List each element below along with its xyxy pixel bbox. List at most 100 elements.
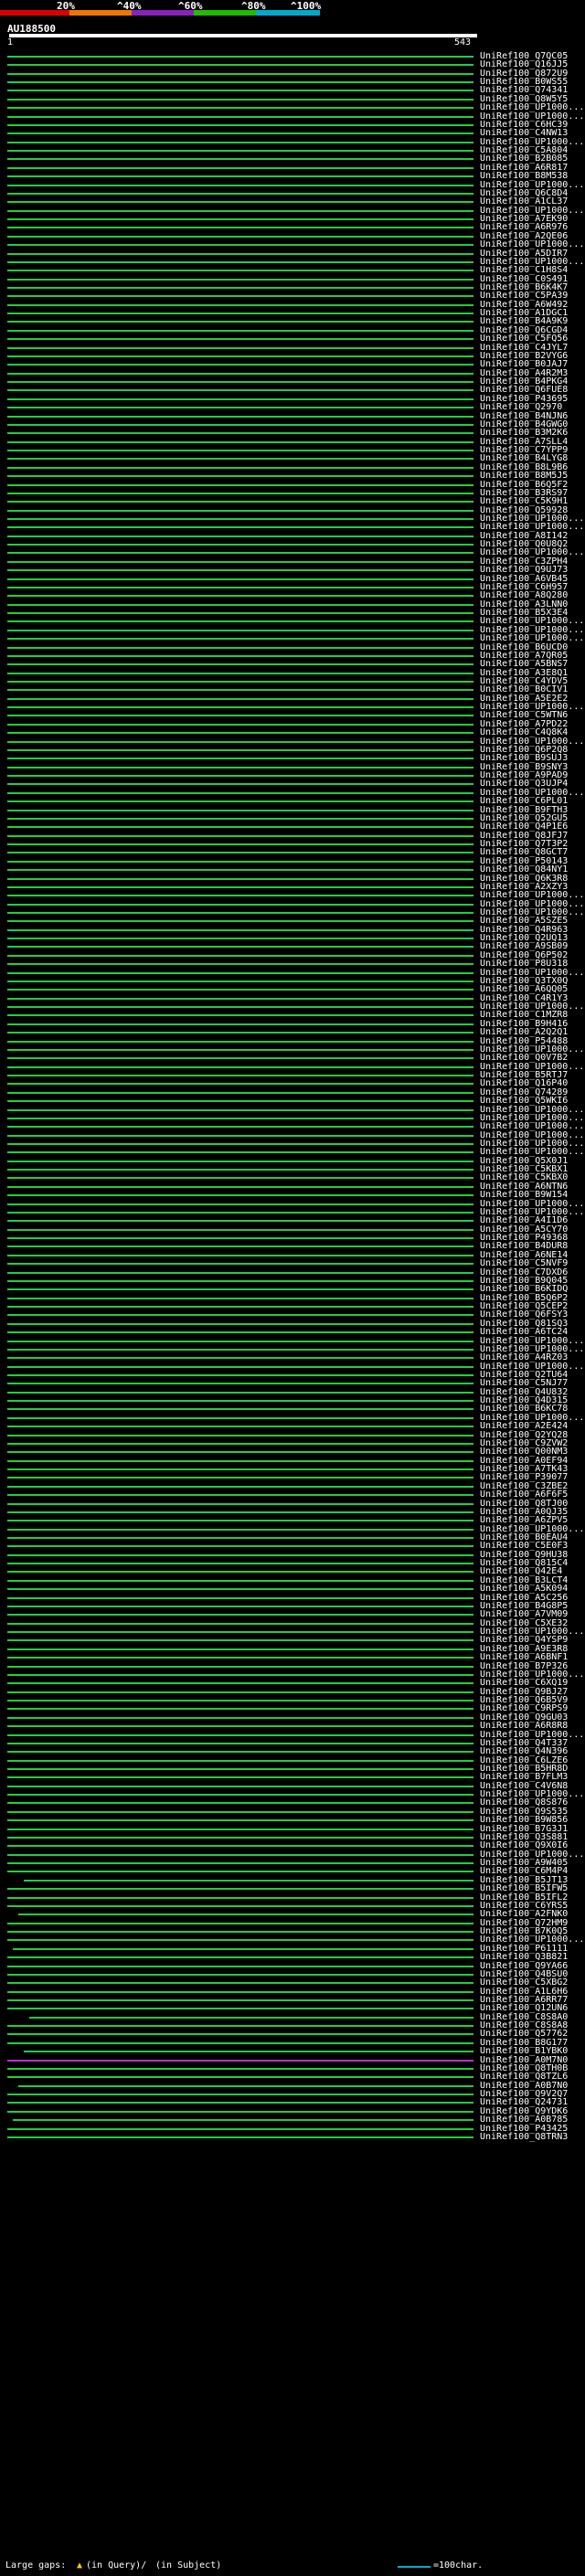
hit-line[interactable] [7, 150, 473, 153]
hit-line[interactable] [7, 783, 473, 786]
hit-line[interactable] [7, 775, 473, 778]
hit-line[interactable] [7, 1622, 473, 1625]
hit-line[interactable] [7, 115, 473, 118]
hit-line[interactable] [7, 1220, 473, 1223]
hit-line[interactable] [7, 663, 473, 666]
hit-line[interactable] [7, 1279, 473, 1282]
hit-line[interactable] [7, 260, 473, 263]
hit-line[interactable] [7, 1373, 473, 1376]
hit-line[interactable] [7, 1939, 473, 1942]
hit-line[interactable] [7, 809, 473, 811]
hit-line[interactable] [7, 1716, 473, 1719]
hit-line[interactable] [7, 817, 473, 820]
hit-line[interactable] [7, 1708, 473, 1711]
hit-line[interactable] [7, 1494, 473, 1497]
hit-line[interactable] [7, 1990, 473, 1993]
hit-line[interactable] [7, 1459, 473, 1462]
hit-line[interactable] [7, 1700, 473, 1702]
hit-line[interactable] [7, 466, 473, 469]
hit-line[interactable] [7, 1485, 473, 1488]
hit-line[interactable] [7, 603, 473, 606]
hit-line[interactable] [7, 517, 473, 520]
hit-line[interactable] [7, 723, 473, 726]
hit-line[interactable] [7, 1605, 473, 1607]
hit-line[interactable] [7, 1520, 473, 1522]
hit-line[interactable] [7, 1657, 473, 1659]
hit-line[interactable] [7, 1528, 473, 1531]
hit-line[interactable] [7, 1931, 473, 1934]
hit-line[interactable] [7, 201, 473, 204]
hit-line[interactable] [7, 1434, 473, 1436]
hit-line[interactable] [7, 2094, 473, 2096]
hit-line[interactable] [7, 492, 473, 494]
hit-line[interactable] [7, 732, 473, 735]
hit-line[interactable] [7, 1169, 473, 1171]
hit-line[interactable] [7, 2067, 473, 2070]
hit-label[interactable]: UniRef100_Q8TRN3 [480, 2132, 568, 2142]
hit-line[interactable] [7, 1614, 473, 1617]
hit-line[interactable] [7, 1391, 473, 1394]
hit-line[interactable] [7, 1802, 473, 1805]
hit-line[interactable] [7, 1254, 473, 1256]
hit-line[interactable] [7, 1553, 473, 1556]
hit-line[interactable] [7, 509, 473, 512]
hit-line[interactable] [7, 997, 473, 1000]
hit-line[interactable] [7, 843, 473, 846]
hit-line[interactable] [7, 1836, 473, 1839]
hit-line[interactable] [7, 758, 473, 760]
hit-line[interactable] [7, 252, 473, 255]
hit-line[interactable] [7, 64, 473, 67]
hit-line[interactable] [7, 1785, 473, 1787]
hit-line[interactable] [7, 1648, 473, 1650]
hit-line[interactable] [7, 989, 473, 991]
hit-line[interactable] [7, 1014, 473, 1017]
hit-line[interactable] [7, 1998, 473, 2001]
hit-line[interactable] [7, 1682, 473, 1685]
hit-line[interactable] [7, 458, 473, 461]
hit-line[interactable] [7, 81, 473, 84]
hit-line[interactable] [7, 544, 473, 546]
hit-line[interactable] [7, 706, 473, 709]
hit-line[interactable] [7, 1322, 473, 1325]
hit-line[interactable] [7, 903, 473, 906]
hit-line[interactable] [7, 72, 473, 75]
hit-line[interactable] [7, 1408, 473, 1411]
hit-line[interactable] [7, 1733, 473, 1736]
hit-line[interactable] [7, 1117, 473, 1119]
hit-line[interactable] [7, 432, 473, 435]
hit-line[interactable] [7, 1040, 473, 1043]
hit-line[interactable] [7, 227, 473, 229]
hit-line[interactable] [7, 123, 473, 126]
hit-line[interactable] [7, 2059, 473, 2062]
hit-line[interactable] [7, 535, 473, 537]
hit-line[interactable] [7, 1442, 473, 1445]
hit-line[interactable] [7, 1759, 473, 1762]
hit-line[interactable] [7, 1134, 473, 1137]
hit-line[interactable] [7, 2008, 473, 2010]
hit-line[interactable] [7, 1502, 473, 1505]
hit-line[interactable] [7, 1306, 473, 1309]
hit-line[interactable] [7, 1904, 473, 1907]
hit-line[interactable] [7, 800, 473, 803]
hit-line[interactable] [7, 372, 473, 375]
hit-line[interactable] [7, 321, 473, 323]
hit-line[interactable] [7, 1075, 473, 1077]
hit-line[interactable] [7, 133, 473, 135]
hit-line[interactable] [7, 928, 473, 931]
hit-line[interactable] [7, 1451, 473, 1454]
hit-line[interactable] [7, 980, 473, 982]
hit-line[interactable] [7, 912, 473, 914]
hit-line[interactable] [7, 329, 473, 332]
hit-line[interactable] [7, 1091, 473, 1094]
hit-line[interactable] [7, 338, 473, 341]
hit-line[interactable] [7, 1271, 473, 1274]
hit-line[interactable] [7, 1965, 473, 1967]
hit-line[interactable] [7, 235, 473, 238]
hit-line[interactable] [7, 450, 473, 452]
hit-line[interactable] [7, 56, 473, 58]
hit-line[interactable] [7, 2127, 473, 2130]
hit-line[interactable] [7, 1057, 473, 1060]
hit-line[interactable] [7, 90, 473, 92]
hit-line[interactable] [7, 1563, 473, 1565]
hit-line[interactable] [7, 1228, 473, 1231]
